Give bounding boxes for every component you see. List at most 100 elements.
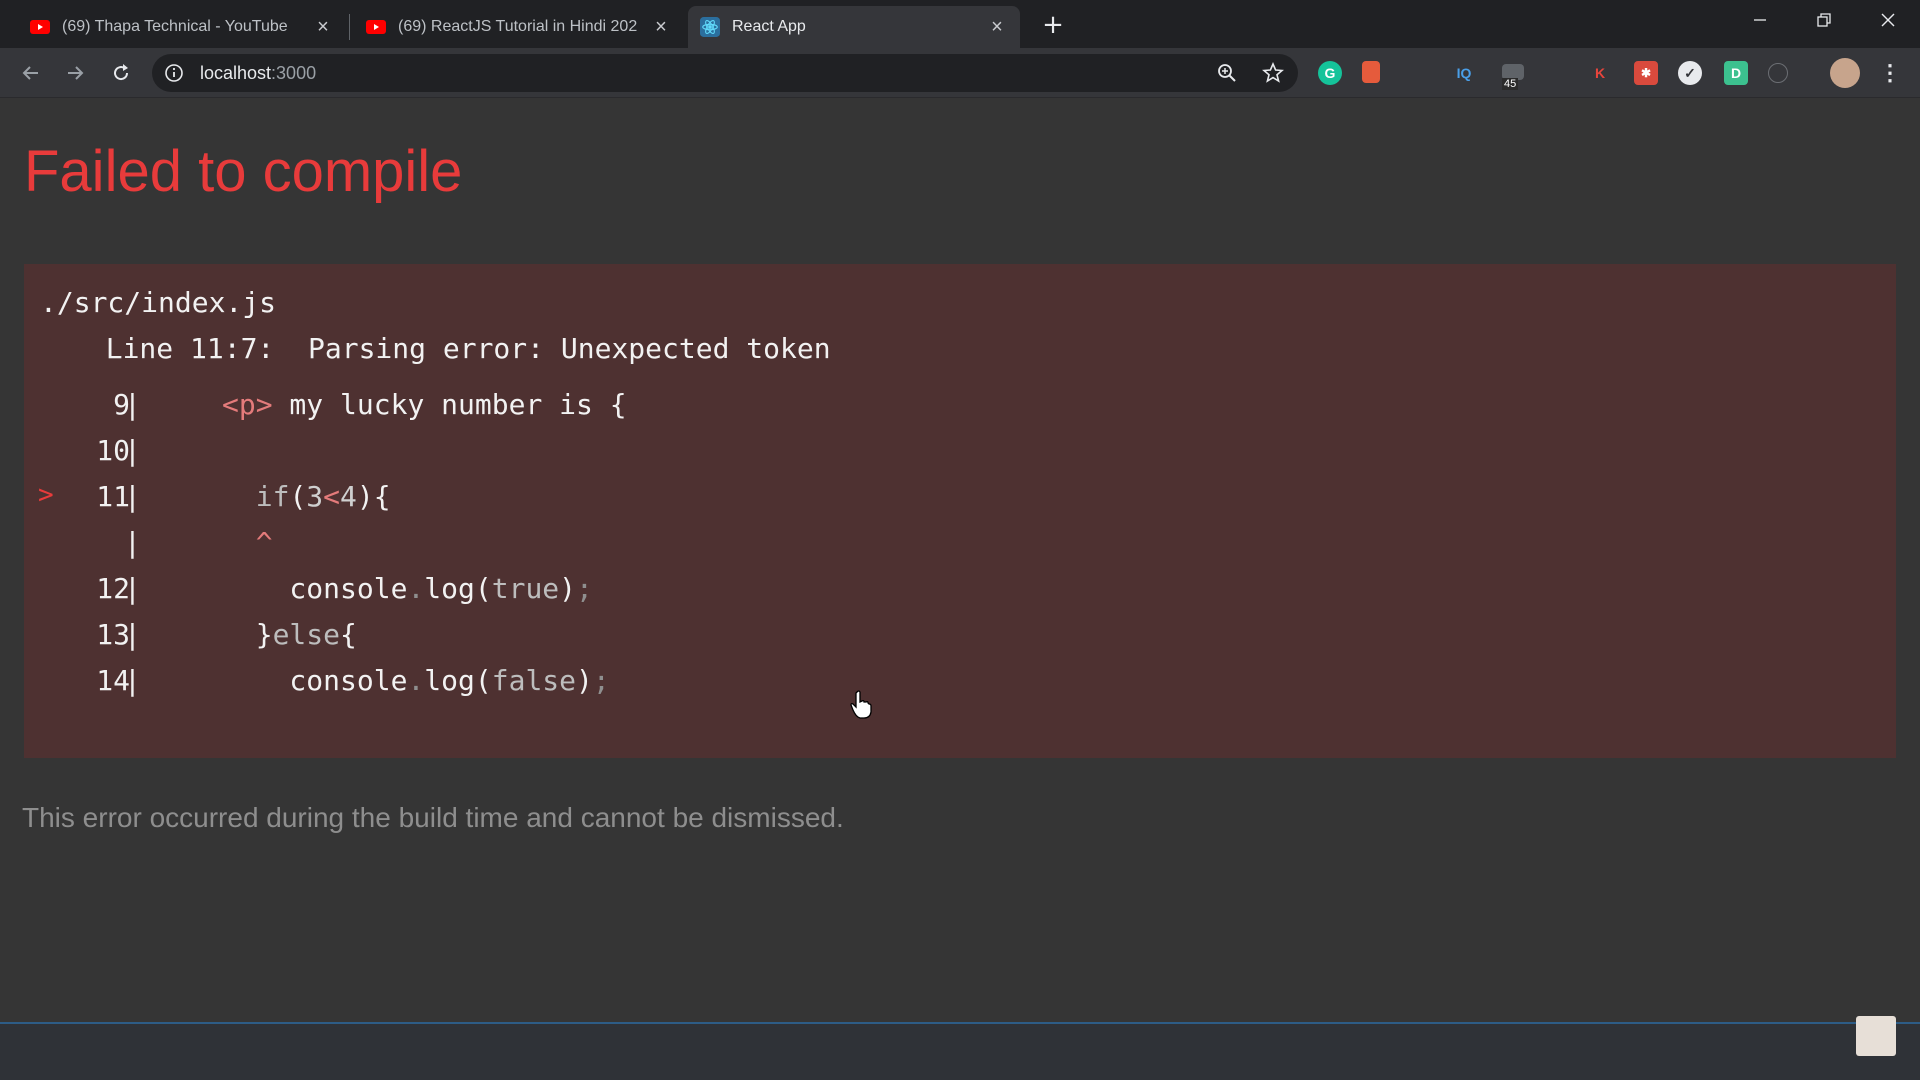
- tab-strip: (69) Thapa Technical - YouTube × (69) Re…: [0, 0, 1920, 48]
- reload-icon: [114, 64, 129, 81]
- url-port: :3000: [271, 63, 317, 83]
- gutter-separator: |: [124, 388, 141, 421]
- code-token: 3: [306, 480, 324, 513]
- close-window-icon: [1881, 13, 1895, 27]
- code-token: 4: [340, 480, 357, 513]
- close-icon[interactable]: ×: [986, 16, 1008, 38]
- star-icon[interactable]: [1262, 62, 1284, 84]
- tab-title: React App: [732, 18, 806, 35]
- check-ext-icon[interactable]: ✓: [1678, 61, 1702, 85]
- new-tab-button[interactable]: +: [1038, 10, 1068, 40]
- gutter-separator: |: [124, 618, 141, 651]
- close-icon[interactable]: ×: [312, 16, 334, 38]
- back-arrow-icon: [22, 66, 38, 80]
- close-window-button[interactable]: [1856, 0, 1920, 40]
- line-number: 13: [96, 618, 130, 651]
- code-token: <: [323, 480, 341, 513]
- tab-separator: [349, 14, 350, 40]
- line-number: 14: [96, 664, 130, 697]
- code-source: console.log(true);: [222, 572, 593, 605]
- file-path[interactable]: ./src/index.js: [40, 286, 276, 319]
- error-line-marker: >: [38, 480, 54, 510]
- code-token: my lucky number is {: [272, 388, 627, 421]
- code-source: ^: [222, 526, 273, 559]
- gutter-separator: |: [124, 664, 141, 697]
- gutter-separator: |: [124, 572, 141, 605]
- page-title: Failed to compile: [24, 139, 463, 204]
- youtube-icon: [30, 17, 50, 37]
- code-line: >11 | if(3<4){: [24, 480, 1324, 520]
- code-token: ^: [222, 526, 273, 559]
- line-number: 12: [96, 572, 130, 605]
- code-token: (: [289, 480, 307, 513]
- reload-button[interactable]: [106, 58, 136, 88]
- youtube-icon: [366, 17, 386, 37]
- footer-message: This error occurred during the build tim…: [22, 802, 844, 833]
- code-line: 10 |: [24, 434, 1324, 474]
- k-icon[interactable]: K: [1588, 61, 1612, 85]
- code-token: false: [491, 664, 577, 697]
- forward-button[interactable]: [60, 58, 90, 88]
- code-token: ): [559, 572, 577, 605]
- url-text[interactable]: localhost:3000: [200, 63, 316, 84]
- error-overlay: ./src/index.js Line 11:7: Parsing error:…: [24, 264, 1896, 758]
- channel-logo: [1856, 1016, 1896, 1056]
- code-token: ;: [576, 572, 593, 605]
- restore-button[interactable]: [1792, 0, 1856, 40]
- code-token: <p>: [222, 388, 273, 421]
- code-token: ): [576, 664, 593, 697]
- iq-icon[interactable]: IQ: [1452, 61, 1476, 85]
- bookmark-ext-icon[interactable]: [1362, 61, 1380, 83]
- close-icon[interactable]: ×: [650, 16, 672, 38]
- react-icon: [700, 17, 720, 37]
- tab-react-app[interactable]: React App ×: [688, 6, 1020, 48]
- code-line: 9 | <p> my lucky number is {: [24, 388, 1324, 428]
- tab-title: (69) ReactJS Tutorial in Hindi 202: [398, 18, 638, 35]
- code-token: if: [222, 480, 290, 513]
- gutter-separator: |: [124, 434, 141, 467]
- code-line: | ^: [24, 526, 1324, 566]
- extension-badge: 45: [1502, 78, 1519, 90]
- code-token: ){: [356, 480, 391, 513]
- gutter-separator: |: [124, 526, 141, 559]
- hand-cursor-icon: [850, 690, 872, 719]
- code-source: }else{: [222, 618, 357, 651]
- forward-arrow-icon: [68, 66, 84, 80]
- code-line: 12 | console.log(true);: [24, 572, 1324, 612]
- browser-toolbar: localhost:3000 G IQ K ✱ ✓ D ⋮: [0, 48, 1920, 98]
- code-token: else: [272, 618, 341, 651]
- line-number: 10: [96, 434, 130, 467]
- address-bar[interactable]: localhost:3000: [152, 54, 1298, 92]
- code-token: .: [407, 664, 425, 697]
- menu-dots-icon[interactable]: ⋮: [1878, 60, 1902, 85]
- code-source: console.log(false);: [222, 664, 610, 697]
- page-content: Failed to compile ./src/index.js Line 11…: [0, 98, 1920, 1022]
- tab-reactjs-tutorial[interactable]: (69) ReactJS Tutorial in Hindi 202 ×: [354, 6, 684, 48]
- error-message: Line 11:7: Parsing error: Unexpected tok…: [72, 332, 831, 365]
- url-host: localhost: [200, 63, 272, 83]
- code-token: ;: [592, 664, 610, 697]
- grammarly-icon[interactable]: G: [1318, 61, 1342, 85]
- info-icon[interactable]: [164, 63, 184, 83]
- minimize-button[interactable]: [1728, 0, 1792, 40]
- line-number: 9: [113, 388, 130, 421]
- code-line: 13 | }else{: [24, 618, 1324, 658]
- code-token: log(: [424, 572, 492, 605]
- code-line: 14 | console.log(false);: [24, 664, 1324, 704]
- code-token: .: [407, 572, 425, 605]
- code-source: if(3<4){: [222, 480, 391, 513]
- tab-title: (69) Thapa Technical - YouTube: [62, 18, 288, 35]
- line-number: 11: [96, 480, 130, 513]
- zoom-icon[interactable]: [1216, 62, 1238, 84]
- d-icon[interactable]: D: [1724, 61, 1748, 85]
- avatar[interactable]: [1830, 58, 1860, 88]
- code-token: {: [340, 618, 357, 651]
- bottom-bar: [0, 1022, 1920, 1080]
- back-button[interactable]: [16, 58, 46, 88]
- code-token: }: [222, 618, 273, 651]
- puzzle-ext-icon[interactable]: ✱: [1634, 61, 1658, 85]
- tab-thapa-technical[interactable]: (69) Thapa Technical - YouTube ×: [18, 6, 346, 48]
- restore-icon: [1817, 13, 1831, 27]
- minimize-icon: [1754, 19, 1766, 21]
- sync-ext-icon[interactable]: [1768, 63, 1788, 83]
